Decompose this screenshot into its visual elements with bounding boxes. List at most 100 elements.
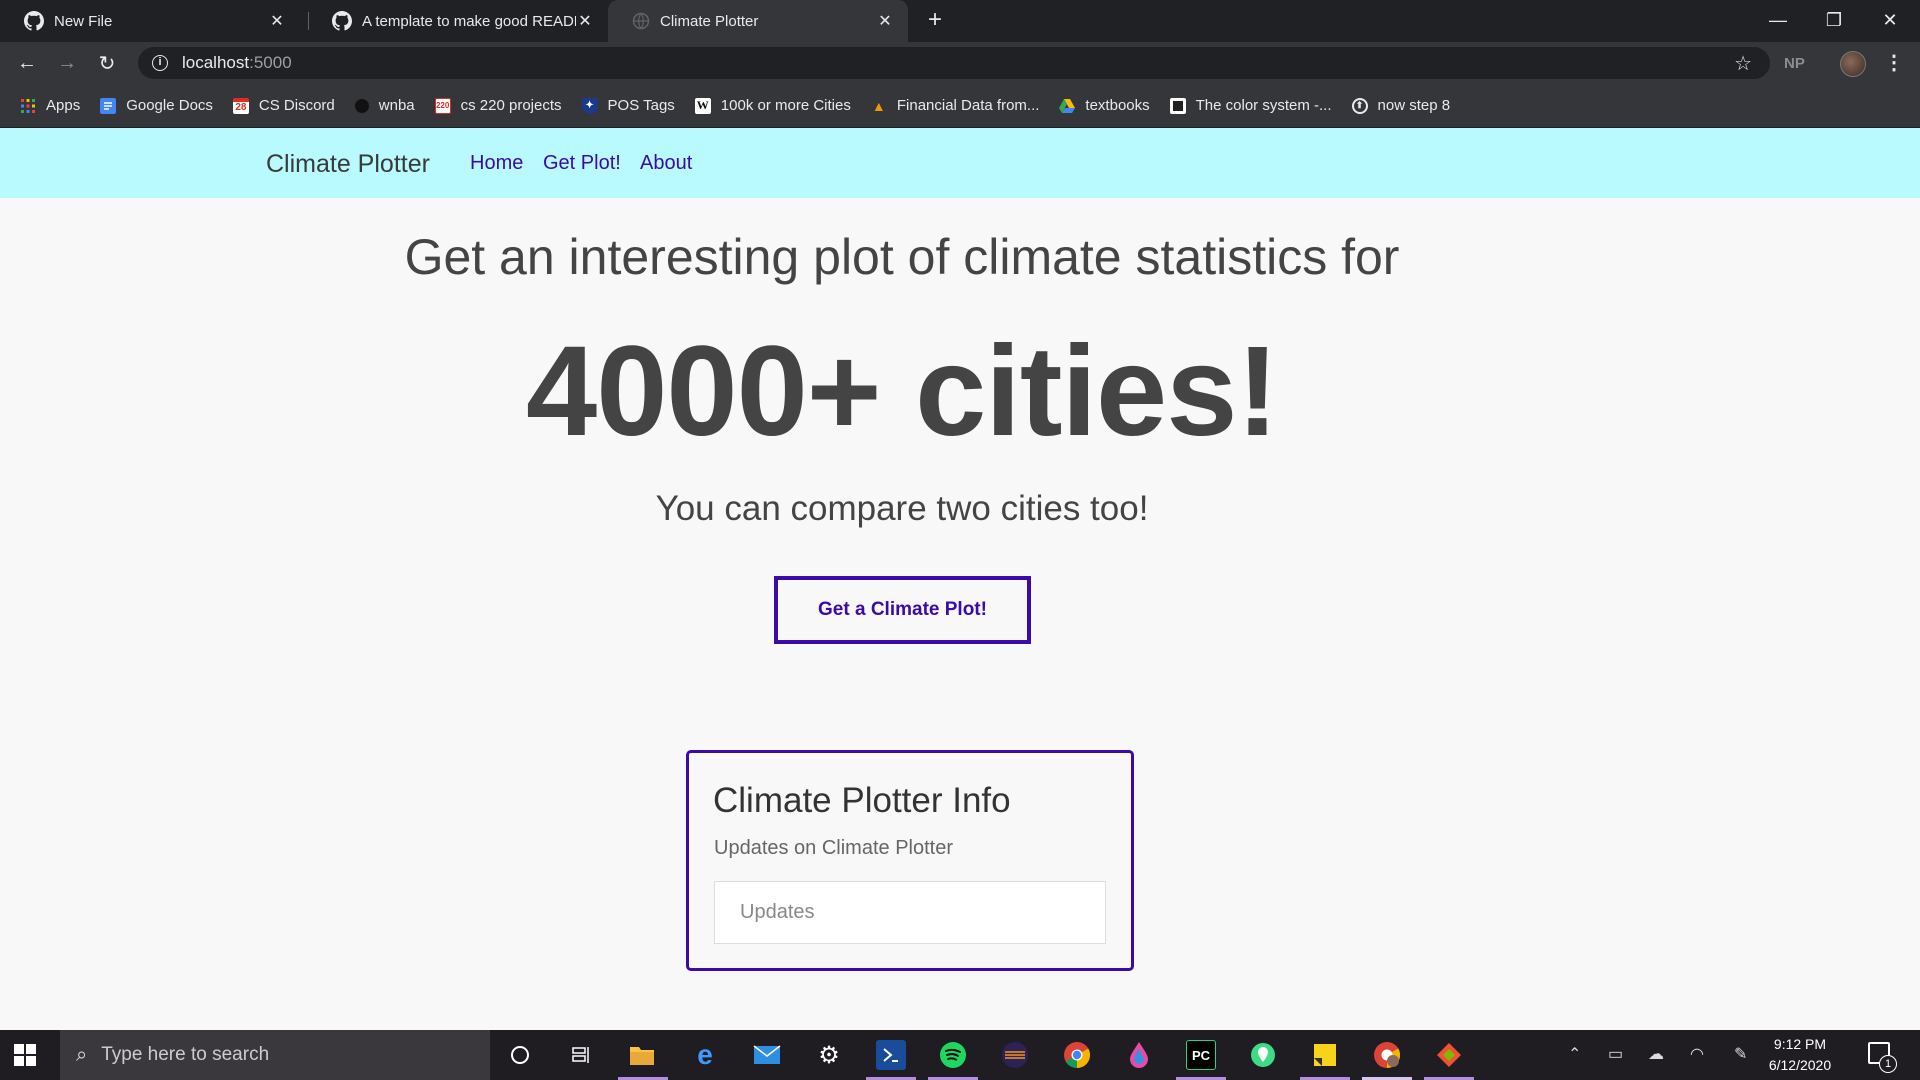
chrome-icon[interactable]	[1062, 1040, 1092, 1070]
bookmark-color-system[interactable]: The color system -...	[1169, 97, 1332, 114]
bookmark-cs220-projects[interactable]: 220 cs 220 projects	[434, 97, 562, 114]
avatar[interactable]	[1840, 51, 1866, 77]
pen-icon[interactable]: ✎	[1734, 1044, 1747, 1064]
kebab-menu-icon[interactable]: ⋮	[1884, 50, 1904, 75]
material-icon	[1169, 97, 1186, 114]
file-explorer-icon[interactable]	[627, 1040, 657, 1070]
windows-start-icon[interactable]	[14, 1044, 36, 1066]
powershell-icon[interactable]	[876, 1040, 906, 1070]
onedrive-cloud-icon[interactable]: ☁	[1648, 1044, 1664, 1064]
windows-taskbar: ⌕ Type here to search e ⚙ PC ⌃ ▭ ☁ ◠ ✎ 9…	[0, 1030, 1920, 1080]
wikipedia-icon: W	[694, 97, 711, 114]
url-text: localhost:5000	[182, 53, 292, 73]
bookmark-financial-data[interactable]: ▲ Financial Data from...	[871, 97, 1040, 114]
edge-icon[interactable]: e	[690, 1039, 720, 1070]
tray-chevron-up-icon[interactable]: ⌃	[1568, 1044, 1581, 1064]
tab-readme-template[interactable]: A template to make good README ✕	[308, 0, 608, 42]
info-icon[interactable]: i	[152, 55, 168, 71]
window-close-icon[interactable]: ✕	[1862, 0, 1918, 40]
bookmark-label: wnba	[378, 97, 415, 114]
bookmark-label: POS Tags	[607, 97, 675, 114]
taskbar-search-placeholder: Type here to search	[101, 1044, 270, 1065]
bookmark-textbooks[interactable]: textbooks	[1059, 97, 1150, 114]
forward-arrow-icon[interactable]: →	[52, 48, 82, 78]
nav-link-home[interactable]: Home	[470, 152, 523, 175]
bookmark-wnba[interactable]: wnba	[354, 97, 415, 114]
bookmark-apps[interactable]: Apps	[20, 97, 80, 114]
spotify-icon[interactable]	[938, 1040, 968, 1070]
clock-date: 6/12/2020	[1768, 1057, 1832, 1073]
bookmark-100k-cities[interactable]: W 100k or more Cities	[694, 97, 851, 114]
bookmark-now-step-8[interactable]: ⬆ now step 8	[1351, 97, 1451, 114]
clock-time: 9:12 PM	[1773, 1036, 1827, 1052]
battery-icon[interactable]: ▭	[1608, 1044, 1623, 1064]
address-bar[interactable]: i localhost:5000 ☆	[138, 47, 1770, 79]
site-navbar: Climate Plotter Home Get Plot! About	[0, 128, 1920, 198]
info-card: Climate Plotter Info Updates on Climate …	[686, 750, 1134, 971]
back-arrow-icon[interactable]: ←	[12, 48, 42, 78]
bookmark-star-icon[interactable]: ☆	[1734, 51, 1752, 76]
settings-gear-icon[interactable]: ⚙	[814, 1040, 844, 1070]
tab-climate-plotter[interactable]: Climate Plotter ✕	[608, 0, 908, 42]
hero-subtext: You can compare two cities too!	[655, 489, 1149, 528]
circle-icon	[354, 98, 369, 113]
sticky-notes-icon[interactable]	[1310, 1040, 1340, 1070]
bookmark-label: 100k or more Cities	[720, 97, 851, 114]
minimize-icon[interactable]: —	[1750, 0, 1806, 40]
google-docs-icon	[100, 97, 117, 114]
url-host: localhost	[182, 53, 250, 72]
get-climate-plot-button[interactable]: Get a Climate Plot!	[774, 576, 1031, 644]
bookmark-label: The color system -...	[1195, 97, 1332, 114]
tab-strip: New File ✕ A template to make good READM…	[0, 0, 1920, 42]
calendar-icon: 28	[232, 97, 249, 114]
bookmark-label: CS Discord	[258, 97, 335, 114]
bookmark-label: Apps	[46, 97, 81, 114]
chrome-profile-icon[interactable]	[1372, 1040, 1402, 1070]
paint-drop-icon[interactable]	[1124, 1040, 1154, 1070]
search-icon: ⌕	[76, 1043, 88, 1066]
globe-icon	[632, 12, 650, 30]
cortana-icon[interactable]	[505, 1040, 535, 1070]
taskbar-search-box[interactable]: ⌕ Type here to search	[60, 1030, 490, 1080]
taskbar-clock[interactable]: 9:12 PM 6/12/2020	[1760, 1034, 1840, 1076]
apps-grid-icon	[20, 98, 36, 114]
task-view-icon[interactable]	[566, 1040, 596, 1070]
nav-link-about[interactable]: About	[640, 152, 692, 175]
updates-input[interactable]	[714, 881, 1106, 944]
hero-big-text: 4000+ cities!	[526, 320, 1279, 463]
close-icon[interactable]: ✕	[268, 12, 286, 30]
nav-link-get-plot[interactable]: Get Plot!	[543, 152, 621, 175]
close-icon[interactable]: ✕	[876, 12, 894, 30]
card-title: Climate Plotter Info	[713, 781, 1011, 820]
maps-pin-icon[interactable]	[1248, 1040, 1278, 1070]
github-icon	[24, 11, 44, 31]
bookmark-cs-discord[interactable]: 28 CS Discord	[232, 97, 335, 114]
git-kraken-icon[interactable]	[1434, 1040, 1464, 1070]
tab-title: New File	[54, 12, 113, 30]
close-icon[interactable]: ✕	[576, 12, 594, 30]
github-icon	[332, 11, 352, 31]
step-icon: ⬆	[1351, 97, 1368, 114]
bookmark-label: cs 220 projects	[460, 97, 562, 114]
bookmarks-bar: Apps Google Docs 28 CS Discord wnba 220 …	[0, 84, 1920, 128]
eclipse-icon[interactable]	[1000, 1040, 1030, 1070]
notification-count-badge: 1	[1879, 1055, 1897, 1073]
cs220-icon: 220	[434, 97, 451, 114]
bookmark-label: Google Docs	[126, 97, 213, 114]
pycharm-icon[interactable]: PC	[1186, 1040, 1216, 1070]
hero-headline: Get an interesting plot of climate stati…	[404, 229, 1400, 285]
bookmark-pos-tags[interactable]: ✦ POS Tags	[581, 97, 675, 114]
restore-icon[interactable]: ❐	[1806, 0, 1862, 40]
browser-toolbar: ← → ↻ i localhost:5000 ☆ NP ⋮	[0, 42, 1920, 84]
bookmark-google-docs[interactable]: Google Docs	[100, 97, 213, 114]
card-subtitle: Updates on Climate Plotter	[714, 837, 954, 859]
bookmark-label: now step 8	[1377, 97, 1451, 114]
brand-link[interactable]: Climate Plotter	[266, 150, 430, 179]
profile-initials[interactable]: NP	[1784, 55, 1805, 72]
reload-icon[interactable]: ↻	[92, 48, 122, 78]
wifi-icon[interactable]: ◠	[1690, 1044, 1704, 1064]
tab-new-file[interactable]: New File ✕	[0, 0, 300, 42]
flame-icon: ▲	[871, 97, 886, 114]
new-tab-button[interactable]: +	[922, 8, 948, 34]
mail-icon[interactable]	[752, 1040, 782, 1070]
